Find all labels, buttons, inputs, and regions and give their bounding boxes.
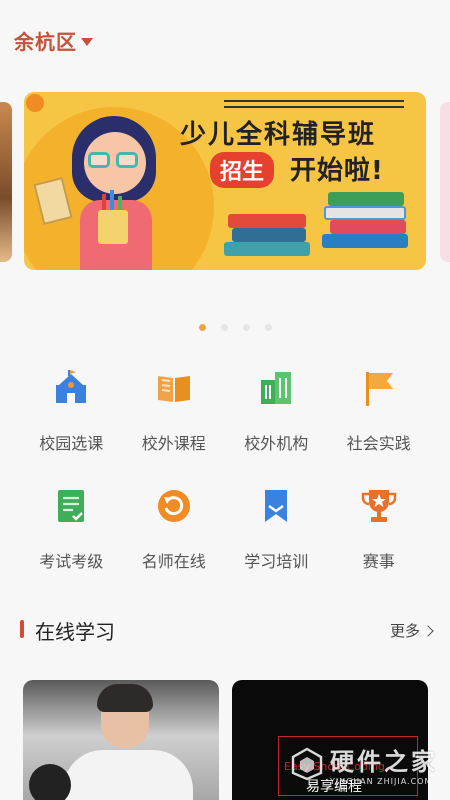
category-label: 赛事 — [362, 552, 395, 571]
section-accent-bar — [20, 620, 24, 638]
instructor-photo — [63, 750, 193, 800]
book-stack-illustration — [232, 228, 306, 242]
category-label: 学习培训 — [244, 552, 309, 571]
course-card[interactable] — [23, 680, 219, 800]
chevron-right-icon[interactable] — [422, 624, 434, 637]
category-learning-training[interactable]: 学习培训 — [225, 478, 328, 572]
category-online-teachers[interactable]: 名师在线 — [123, 478, 226, 572]
watermark-cn: 硬件之家 — [330, 748, 438, 776]
more-label[interactable]: 更多 — [390, 620, 420, 641]
banner-lines-decoration — [224, 100, 404, 108]
fencing-mask-photo — [29, 764, 71, 800]
banner-recruit-badge: 招生 — [210, 152, 275, 188]
building-icon — [256, 368, 296, 408]
carousel-indicator — [0, 324, 450, 331]
trophy-icon — [359, 486, 399, 526]
category-label: 名师在线 — [141, 552, 206, 571]
location-selector[interactable]: 余杭区 — [14, 26, 93, 55]
book-stack-illustration — [324, 206, 406, 220]
more-link[interactable]: 更多 — [390, 620, 434, 641]
carousel-dot[interactable] — [242, 324, 250, 331]
watermark-text: 硬件之家 YINGJIAN ZHIJIA.COM — [330, 742, 438, 786]
banner-dot-decoration — [26, 94, 44, 112]
next-banner-peek[interactable] — [440, 102, 450, 262]
banner-title-line1: 少儿全科辅导班 — [180, 120, 377, 150]
book-stack-illustration — [322, 234, 408, 248]
category-label: 校外课程 — [141, 434, 206, 453]
book-stack-illustration — [224, 242, 310, 256]
exam-sheet-icon — [51, 486, 91, 526]
category-competitions[interactable]: 赛事 — [328, 478, 431, 572]
book-stack-illustration — [228, 214, 306, 228]
district-label[interactable]: 余杭区 — [14, 26, 77, 55]
section-title: 在线学习 — [35, 620, 115, 644]
glasses-left-illustration — [88, 152, 110, 168]
bookmark-icon — [256, 486, 296, 526]
site-watermark: 硬件之家 YINGJIAN ZHIJIA.COM — [290, 742, 438, 786]
online-learning-header: 在线学习 更多 — [0, 614, 450, 644]
book-stack-illustration — [330, 220, 406, 234]
banner-carousel[interactable]: 少儿全科辅导班 招生 开始啦! — [0, 92, 450, 270]
online-refresh-icon — [154, 486, 194, 526]
instructor-photo — [97, 684, 153, 712]
category-campus-courses[interactable]: 校园选课 — [20, 360, 123, 454]
category-grid: 校园选课 校外课程 校外机构 社会实践 考试考级 名师在线 学习培训 赛事 — [0, 360, 450, 572]
book-stack-illustration — [328, 192, 404, 206]
previous-banner-peek[interactable] — [0, 102, 12, 262]
home-screen: 余杭区 少儿全科辅导班 招生 开始啦! 校园选课 校外课程 校外机构 社会实践 … — [0, 0, 450, 800]
school-icon — [51, 368, 91, 408]
carousel-dot-active[interactable] — [198, 324, 206, 331]
category-label: 校园选课 — [39, 434, 104, 453]
carousel-dot[interactable] — [220, 324, 228, 331]
watermark-en: YINGJIAN ZHIJIA.COM — [330, 777, 433, 786]
category-social-practice[interactable]: 社会实践 — [328, 360, 431, 454]
pencil-cup-illustration — [98, 210, 128, 244]
carousel-dot[interactable] — [264, 324, 272, 331]
flag-icon — [359, 368, 399, 408]
category-offcampus-institutions[interactable]: 校外机构 — [225, 360, 328, 454]
category-offcampus-courses[interactable]: 校外课程 — [123, 360, 226, 454]
open-book-icon — [154, 368, 194, 408]
banner-title-line2: 开始啦! — [290, 156, 384, 186]
watermark-logo-icon — [291, 747, 323, 781]
category-label: 考试考级 — [39, 552, 104, 571]
caret-down-icon[interactable] — [81, 37, 93, 46]
glasses-right-illustration — [116, 152, 138, 168]
banner-slide[interactable]: 少儿全科辅导班 招生 开始啦! — [24, 92, 426, 270]
category-label: 校外机构 — [244, 434, 309, 453]
category-exams[interactable]: 考试考级 — [20, 478, 123, 572]
category-label: 社会实践 — [346, 434, 411, 453]
